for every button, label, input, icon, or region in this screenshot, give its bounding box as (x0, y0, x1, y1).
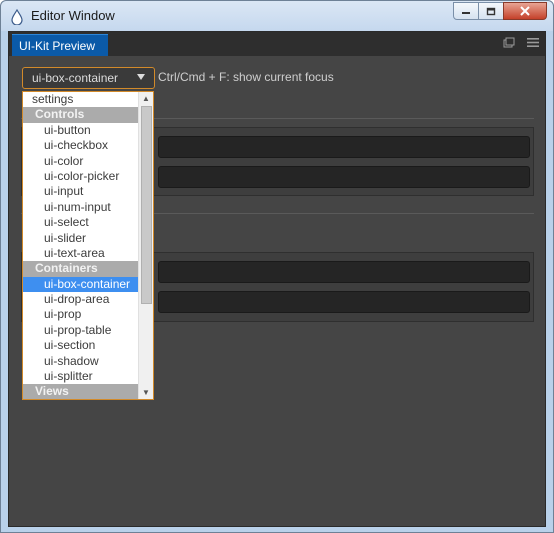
dropdown-option[interactable]: ui-slider (23, 231, 139, 246)
dropdown-scrollbar[interactable]: ▲ ▼ (138, 92, 153, 399)
prop-field[interactable] (158, 166, 530, 188)
dropdown-option[interactable]: ui-section (23, 338, 139, 353)
prop-field[interactable] (158, 291, 530, 313)
dropdown-option[interactable]: ui-checkbox (23, 138, 139, 153)
dropdown-group-header: Views (23, 384, 139, 399)
chevron-down-icon (137, 74, 145, 80)
window-title: Editor Window (31, 8, 115, 23)
prop-field[interactable] (158, 136, 530, 158)
dropdown-group-header: Controls (23, 107, 139, 123)
title-bar[interactable]: Editor Window (1, 1, 553, 31)
dropdown-option[interactable]: ui-input (23, 184, 139, 199)
dropdown-option[interactable]: ui-drop-area (23, 292, 139, 307)
dropdown-option[interactable]: ui-splitter (23, 369, 139, 384)
dropdown-option[interactable]: ui-color (23, 154, 139, 169)
restore-icon (486, 7, 496, 15)
close-icon (520, 6, 530, 16)
focus-hint: Ctrl/Cmd + F: show current focus (158, 70, 334, 84)
tab-tools (503, 37, 539, 48)
prop-field[interactable] (158, 261, 530, 283)
dropdown-option[interactable]: settings (23, 92, 139, 107)
dropdown-option[interactable]: ui-select (23, 215, 139, 230)
window-controls (453, 2, 547, 20)
component-select[interactable]: ui-box-container (22, 67, 155, 89)
tab-bar: UI-Kit Preview (9, 32, 545, 56)
dropdown-option[interactable]: ui-color-picker (23, 169, 139, 184)
popout-icon[interactable] (503, 37, 515, 48)
app-drop-icon (11, 9, 23, 25)
minimize-button[interactable] (453, 2, 479, 20)
select-value: ui-box-container (32, 71, 119, 85)
dropdown-option[interactable]: ui-text-area (23, 246, 139, 261)
select-dropdown: settings Controls ui-button ui-checkbox ui-c… (22, 91, 154, 400)
dropdown-option[interactable]: ui-button (23, 123, 139, 138)
scrollbar-thumb[interactable] (141, 106, 152, 304)
close-button[interactable] (503, 2, 547, 20)
dropdown-option[interactable]: ui-prop-table (23, 323, 139, 338)
scroll-up-icon[interactable]: ▲ (142, 94, 150, 103)
dropdown-list: settings Controls ui-button ui-checkbox ui-c… (23, 92, 139, 399)
dropdown-option[interactable]: ui-num-input (23, 200, 139, 215)
panel-client: UI-Kit Preview ui-box-container Ctrl/Cmd… (8, 31, 546, 527)
dropdown-group-header: Containers (23, 261, 139, 277)
dropdown-option[interactable]: ui-shadow (23, 354, 139, 369)
tab-ui-kit-preview[interactable]: UI-Kit Preview (12, 34, 108, 56)
scroll-down-icon[interactable]: ▼ (142, 388, 150, 397)
minimize-icon (462, 12, 470, 14)
preview-body: ui-box-container Ctrl/Cmd + F: show curr… (9, 56, 545, 526)
restore-button[interactable] (478, 2, 504, 20)
editor-window: Editor Window UI-Kit Preview ui-box-cont… (0, 0, 554, 533)
menu-icon[interactable] (527, 37, 539, 48)
dropdown-option[interactable]: ui-prop (23, 307, 139, 322)
dropdown-option[interactable]: ui-box-container (23, 276, 139, 293)
